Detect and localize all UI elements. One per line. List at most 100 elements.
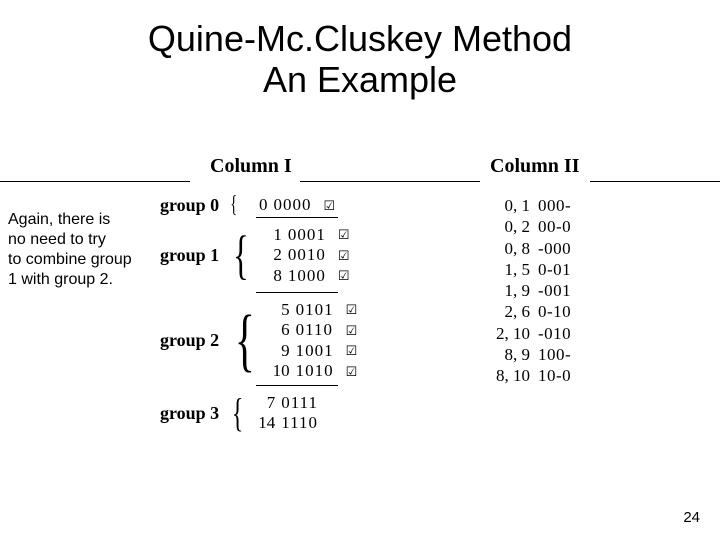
table-row: 8, 9100- [478,344,571,365]
group-rows: 10001☑ 20010☑ 81000☑ [256,225,356,286]
side-note-line: to combine group [8,251,132,268]
table-row: 2, 60-10 [478,301,571,322]
table-row: 70111 [249,393,349,413]
table-row: 81000☑ [256,266,356,286]
bits: 0000 [274,195,324,215]
bits: 0001 [288,225,338,245]
group-label: group 2 [160,330,230,351]
minterm: 5 [264,300,296,320]
pair: 0, 1 [478,195,538,216]
check-icon: ☑ [346,343,364,359]
pair: 0, 2 [478,216,538,237]
pattern: 10-0 [538,365,571,386]
title-line-1: Quine-Mc.Cluskey Method [148,18,572,59]
pair: 1, 5 [478,259,538,280]
side-note-line: Again, there is [8,211,110,228]
divider [256,217,338,218]
pair: 8, 9 [478,344,538,365]
minterm: 14 [249,413,281,433]
minterm: 7 [249,393,281,413]
slide: Quine-Mc.Cluskey Method An Example Colum… [0,0,720,540]
column-1-heading: Column I [210,155,292,178]
minterm: 9 [264,341,296,361]
check-icon: ☑ [338,248,356,264]
table-row: 1, 9-001 [478,280,571,301]
pattern: 00-0 [538,216,571,237]
check-icon: ☑ [338,268,356,284]
bits: 0111 [281,393,331,413]
divider [0,181,190,182]
side-note-line: 1 with group 2. [8,271,113,288]
pair: 0, 8 [478,238,538,259]
group-label: group 1 [160,245,230,266]
minterm: 6 [264,320,296,340]
group-rows: 0 0000 ☑ [242,195,342,215]
bits: 1001 [296,341,346,361]
minterm: 8 [256,266,288,286]
divider [256,385,338,386]
divider [590,181,720,182]
table-row: 0 0000 ☑ [242,195,342,215]
pair: 2, 10 [478,323,538,344]
minterm: 2 [256,245,288,265]
side-note: Again, there is no need to try to combin… [8,210,158,290]
group-label: group 3 [160,403,230,424]
pattern: -000 [538,238,571,259]
brace-icon: { [230,197,237,214]
column-2-heading: Column II [490,155,579,178]
table-row: 0, 200-0 [478,216,571,237]
group-1: group 1 { 10001☑ 20010☑ 81000☑ [160,225,356,286]
group-0: group 0 { 0 0000 ☑ [160,195,342,216]
pattern: 000- [538,195,571,216]
table-row: 50101☑ [264,300,364,320]
group-label: group 0 [160,195,230,216]
table-row: 141110 [249,413,349,433]
brace-icon: { [232,399,244,427]
minterm: 10 [264,361,296,381]
slide-title: Quine-Mc.Cluskey Method An Example [0,0,720,101]
group-2: group 2 { 50101☑ 60110☑ 91001☑ 101010☑ [160,300,364,382]
bits: 1000 [288,266,338,286]
page-number: 24 [683,509,700,526]
table-row: 20010☑ [256,245,356,265]
table-row: 2, 10-010 [478,323,571,344]
table-row: 101010☑ [264,361,364,381]
pattern: 0-01 [538,259,571,280]
table-row: 0, 1000- [478,195,571,216]
table-row: 91001☑ [264,341,364,361]
check-icon: ☑ [346,302,364,318]
divider [256,292,338,293]
side-note-line: no need to try [8,231,106,248]
bits: 0110 [296,320,346,340]
column-2-table: 0, 1000- 0, 200-0 0, 8-000 1, 50-01 1, 9… [478,195,571,386]
bits: 0101 [296,300,346,320]
pattern: 100- [538,344,571,365]
minterm: 0 [242,195,274,215]
pattern: -010 [538,323,571,344]
divider [300,181,480,182]
brace-icon: { [233,237,249,275]
check-icon: ☑ [346,323,364,339]
table-row: 10001☑ [256,225,356,245]
group-rows: 70111 141110 [249,393,349,434]
group-rows: 50101☑ 60110☑ 91001☑ 101010☑ [264,300,364,382]
brace-icon: { [235,316,255,365]
pattern: 0-10 [538,301,571,322]
table-row: 0, 8-000 [478,238,571,259]
table-row: 8, 1010-0 [478,365,571,386]
check-icon: ☑ [338,227,356,243]
minterm: 1 [256,225,288,245]
title-line-2: An Example [263,59,457,100]
table-row: 1, 50-01 [478,259,571,280]
pattern: -001 [538,280,571,301]
bits: 0010 [288,245,338,265]
table-row: 60110☑ [264,320,364,340]
bits: 1010 [296,361,346,381]
pair: 8, 10 [478,365,538,386]
group-3: group 3 { 70111 141110 [160,393,349,434]
check-icon: ☑ [324,198,342,214]
pair: 1, 9 [478,280,538,301]
pair: 2, 6 [478,301,538,322]
check-icon: ☑ [346,364,364,380]
bits: 1110 [281,413,331,433]
